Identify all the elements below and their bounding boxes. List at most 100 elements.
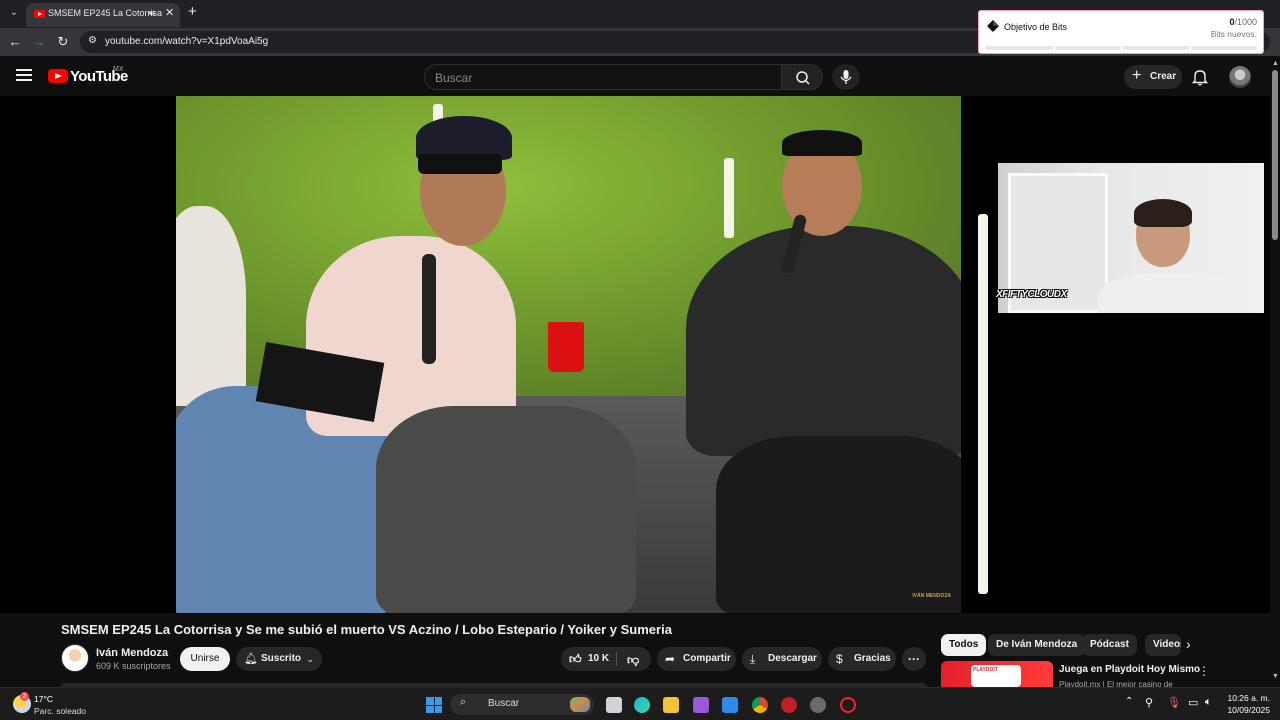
bits-progress-bar — [985, 46, 1257, 50]
taskbar-search[interactable]: ⌕ Buscar — [450, 694, 594, 715]
chevron-down-icon: ⌄ — [306, 654, 314, 664]
red-cup — [548, 322, 584, 372]
share-arrow-icon: ➦ — [665, 652, 676, 666]
chip-podcast[interactable]: Pódcast — [1082, 634, 1137, 656]
chip-videos[interactable]: Videos — [1145, 634, 1181, 656]
bell-icon: 🔔︎ — [244, 653, 258, 665]
join-button[interactable]: Unirse — [180, 647, 230, 671]
youtube-header: YouTube MX Buscar + Crear — [0, 56, 1280, 96]
chrome-icon[interactable] — [752, 697, 768, 713]
stage-light — [978, 214, 988, 594]
video-title: SMSEM EP245 La Cotorrisa y Se me subió e… — [61, 622, 672, 637]
windows-start-icon[interactable] — [426, 697, 442, 713]
ad-thumb-text: PLAYDOIT — [971, 665, 1021, 687]
reload-icon[interactable]: ↻ — [54, 33, 72, 51]
person-middle-sunglasses — [418, 154, 502, 174]
scroll-up-icon[interactable]: ▲ — [1272, 60, 1279, 67]
subscriber-count: 609 K suscriptores — [96, 661, 171, 671]
chip-de-ivan-mendoza[interactable]: De Iván Mendoza — [988, 634, 1086, 656]
person-middle-pants — [376, 406, 636, 613]
weather-temperature[interactable]: 17°C — [34, 694, 53, 704]
forward-arrow-icon[interactable]: → — [30, 33, 48, 51]
new-tab-button[interactable]: + — [188, 3, 197, 20]
super-thanks-icon: $ — [836, 652, 843, 666]
thumbs-up-icon[interactable]: 👍︎ — [569, 647, 582, 671]
thanks-button[interactable]: $ Gracias — [828, 647, 896, 671]
chevron-right-icon[interactable]: › — [1186, 636, 1191, 652]
bits-goal-label: Objetivo de Bits — [1004, 22, 1068, 32]
menu-hamburger-icon[interactable] — [16, 69, 32, 83]
volume-icon[interactable]: 🔈︎ — [1205, 696, 1212, 709]
like-divider — [616, 652, 617, 666]
channel-watermark: IVÁN MENDOZA — [912, 593, 951, 599]
edge-browser-icon[interactable] — [634, 697, 650, 713]
opera-icon[interactable] — [840, 697, 856, 713]
create-button[interactable]: + Crear — [1124, 65, 1182, 89]
ad-title[interactable]: Juega en Playdoit Hoy Mismo — [1059, 664, 1200, 675]
site-info-icon[interactable]: ⚙︎ — [88, 35, 97, 46]
search-button[interactable] — [781, 64, 823, 90]
clock-date[interactable]: 10/09/2025 — [1226, 705, 1270, 715]
search-icon — [796, 71, 810, 85]
person-right-pants — [716, 436, 961, 613]
webcam-streamer-body — [1098, 273, 1248, 313]
youtube-favicon-icon — [34, 10, 45, 18]
back-arrow-icon[interactable]: ← — [6, 33, 24, 51]
plus-icon: + — [1132, 67, 1142, 84]
country-code: MX — [113, 66, 124, 73]
windows-taskbar: 2 17°C Parc. soleado ⌕ Buscar ⌃ ⚲ 🎙︎ ▭ 🔈… — [0, 687, 1280, 720]
mic-muted-icon[interactable]: 🎙︎ — [1167, 696, 1181, 709]
weather-badge: 2 — [20, 692, 29, 701]
tab-close-icon[interactable]: ✕ — [165, 6, 174, 19]
voice-search-button[interactable] — [832, 64, 860, 90]
like-dislike-group: 👍︎ 10 K 👎︎ — [561, 647, 651, 671]
app-icon[interactable] — [693, 697, 709, 713]
task-view-icon[interactable] — [606, 697, 622, 713]
account-avatar[interactable] — [1229, 66, 1251, 88]
like-count[interactable]: 10 K — [588, 647, 609, 671]
download-button[interactable]: ⤓ Descargar — [742, 647, 822, 671]
microphone — [422, 254, 436, 364]
search-input[interactable]: Buscar — [424, 64, 782, 90]
url-text: youtube.com/watch?v=X1pdVoaAi5g — [105, 36, 269, 47]
tab-search-chevron-icon[interactable]: ⌄ — [6, 5, 22, 21]
notifications-bell-icon[interactable] — [1192, 68, 1208, 86]
webcam-streamer-tag: XFIFTYCLOUDX — [996, 289, 1067, 300]
thumbs-down-icon[interactable]: 👎︎ — [627, 648, 639, 672]
bits-goal-overlay: Objetivo de Bits 0/1000 Bits nuevos. — [978, 10, 1264, 54]
channel-name[interactable]: Iván Mendoza — [96, 647, 168, 659]
ad-more-vertical-icon[interactable]: ⋮ — [1198, 664, 1210, 678]
youtube-logo-icon[interactable] — [48, 69, 68, 83]
display-icon[interactable]: ▭ — [1188, 696, 1198, 709]
bits-gem-icon — [987, 20, 999, 32]
scroll-down-icon[interactable]: ▼ — [1272, 673, 1279, 680]
person-right-hair — [782, 130, 862, 156]
tab-title: SMSEM EP245 La Cotorrisa — [48, 8, 163, 18]
clock-time[interactable]: 10:26 a. m. — [1226, 693, 1270, 703]
tray-chevron-up-icon[interactable]: ⌃ — [1125, 696, 1133, 707]
share-button[interactable]: ➦ Compartir — [657, 647, 736, 671]
browser-tab-active[interactable]: SMSEM EP245 La Cotorrisa 🔊︎ ✕ — [26, 3, 180, 27]
video-frame[interactable]: IVÁN MENDOZA — [176, 96, 961, 613]
file-explorer-icon[interactable] — [663, 697, 679, 713]
network-icon[interactable]: ⚲ — [1145, 696, 1153, 709]
weather-description[interactable]: Parc. soleado — [34, 706, 86, 716]
search-icon: ⌕ — [460, 696, 467, 708]
download-icon: ⤓ — [750, 652, 756, 666]
app-red-icon[interactable] — [781, 697, 797, 713]
more-actions-button[interactable]: ··· — [902, 647, 926, 671]
person-left — [176, 206, 246, 406]
microphone-icon — [840, 70, 852, 84]
subscribed-button[interactable]: 🔔︎ Suscrito ⌄ — [236, 647, 322, 671]
channel-avatar[interactable] — [61, 644, 89, 672]
app-gray-icon[interactable] — [810, 697, 826, 713]
person-right-shirt — [686, 226, 961, 456]
bits-count: 0/1000 — [1229, 17, 1257, 27]
page-scrollbar[interactable]: ▲ ▼ — [1270, 60, 1280, 685]
stage-light — [724, 158, 734, 238]
ad-thumbnail[interactable]: PLAYDOIT — [941, 661, 1053, 687]
scrollbar-thumb[interactable] — [1272, 70, 1278, 240]
tab-audio-icon[interactable]: 🔊︎ — [149, 8, 155, 19]
app-store-icon[interactable] — [722, 697, 738, 713]
chip-todos[interactable]: Todos — [941, 634, 987, 656]
